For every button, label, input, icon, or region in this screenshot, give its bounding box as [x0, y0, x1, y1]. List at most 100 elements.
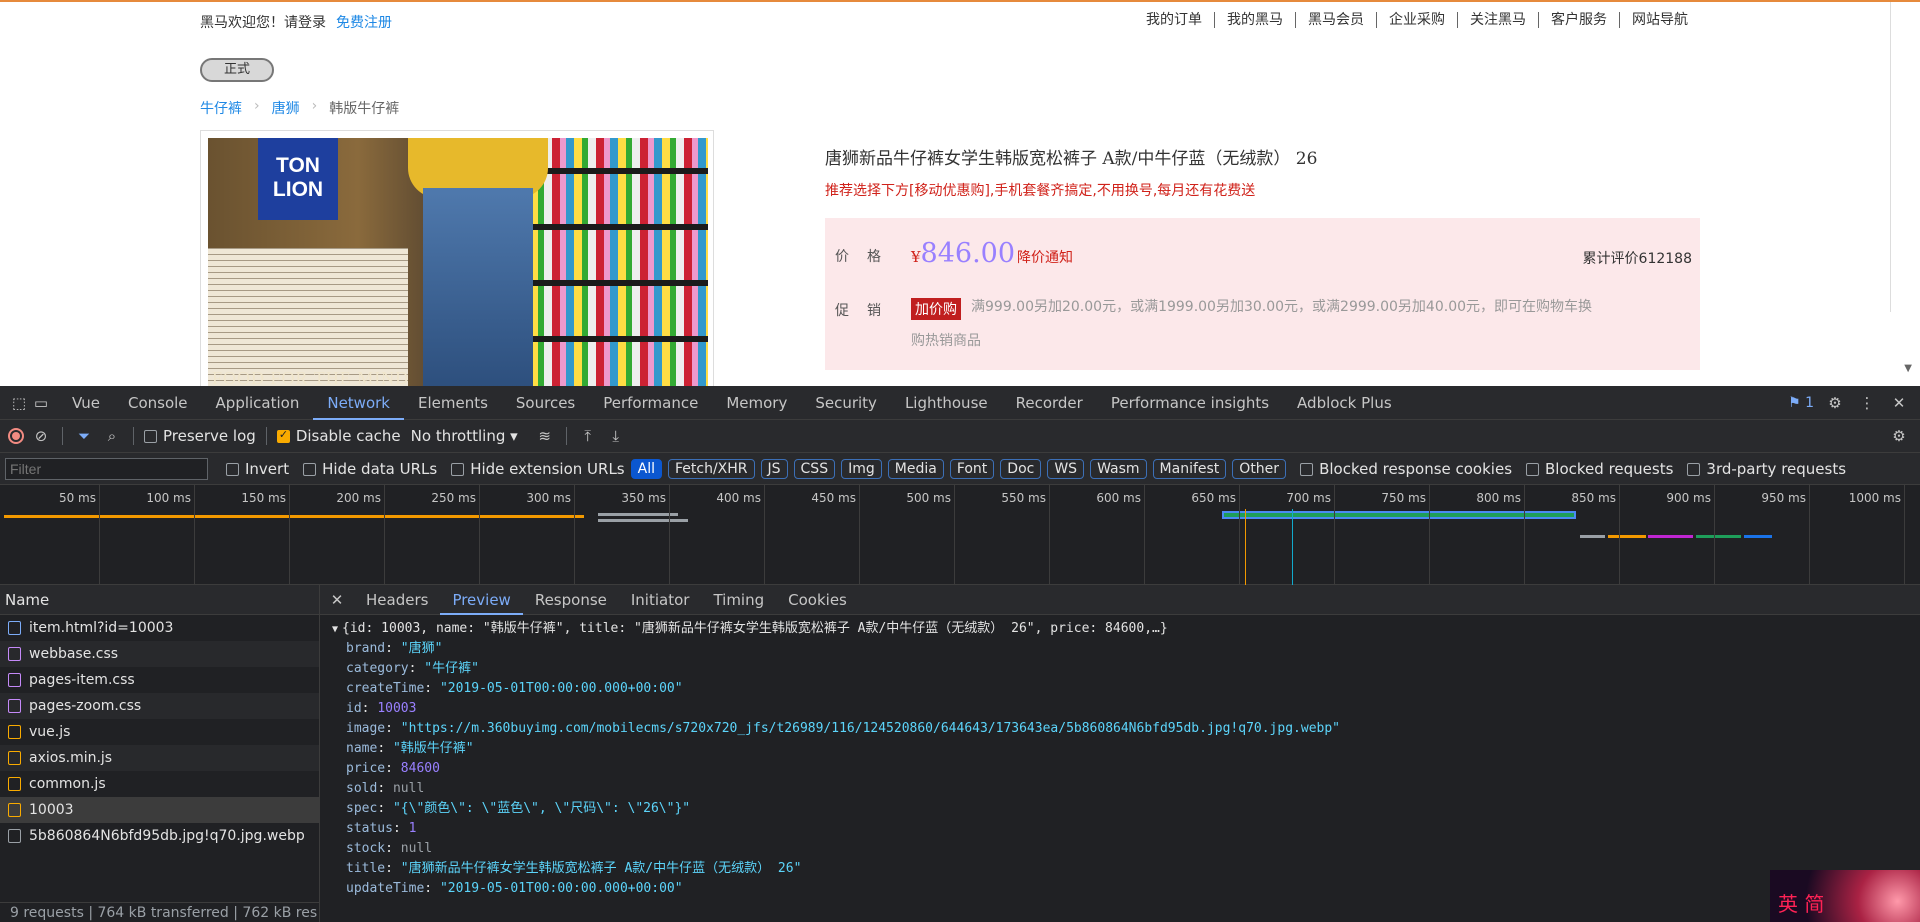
preview-summary[interactable]: ▼ {id: 10003, name: "韩版牛仔裤", title: "唐狮新品… — [332, 619, 1920, 639]
hide-data-urls-checkbox[interactable]: Hide data URLs — [303, 460, 437, 478]
type-filter-js[interactable]: JS — [760, 458, 788, 479]
hide-extension-urls-checkbox[interactable]: Hide extension URLs — [451, 460, 625, 478]
blocked-cookies-checkbox[interactable]: Blocked response cookies — [1300, 460, 1512, 478]
price-notice-link[interactable]: 降价通知 — [1017, 250, 1073, 266]
expand-triangle-icon[interactable]: ▼ — [332, 624, 338, 635]
tab-recorder[interactable]: Recorder — [1002, 386, 1097, 420]
env-button[interactable]: 正式 — [200, 58, 274, 82]
detail-tab-headers[interactable]: Headers — [354, 585, 440, 615]
preview-field[interactable]: name: "韩版牛仔裤" — [346, 739, 1920, 759]
type-filter-ws[interactable]: WS — [1047, 458, 1085, 479]
close-icon[interactable]: ✕ — [1888, 392, 1910, 414]
network-conditions-icon[interactable]: ≋ — [534, 425, 556, 447]
top-nav-link[interactable]: 企业采购 — [1376, 12, 1457, 28]
issues-badge[interactable]: ⚑ 1 — [1788, 395, 1814, 411]
preview-field[interactable]: sold: null — [346, 779, 1920, 799]
preview-field[interactable]: createTime: "2019-05-01T00:00:00.000+00:… — [346, 679, 1920, 699]
type-filter-doc[interactable]: Doc — [1000, 458, 1042, 479]
preview-field[interactable]: spec: "{\"颜色\": \"蓝色\", \"尺码\": \"26\"}" — [346, 799, 1920, 819]
name-column-header[interactable]: Name — [0, 585, 319, 615]
tab-performance-insights[interactable]: Performance insights — [1097, 386, 1283, 420]
tab-application[interactable]: Application — [202, 386, 314, 420]
filter-input[interactable] — [5, 457, 208, 480]
close-detail-icon[interactable]: ✕ — [326, 589, 348, 611]
breadcrumb-brand[interactable]: 唐狮 — [272, 98, 300, 118]
register-link[interactable]: 免费注册 — [336, 15, 392, 31]
type-filter-img[interactable]: Img — [841, 458, 882, 479]
scroll-down-icon[interactable]: ▼ — [1904, 363, 1912, 374]
request-row[interactable]: item.html?id=10003 — [0, 615, 319, 641]
page-scrollbar[interactable]: ▼ — [1890, 2, 1920, 374]
tab-memory[interactable]: Memory — [712, 386, 801, 420]
tab-elements[interactable]: Elements — [404, 386, 502, 420]
ime-widget[interactable]: 英 简 — [1770, 870, 1920, 922]
disable-cache-checkbox[interactable]: Disable cache — [276, 427, 401, 445]
throttling-select[interactable]: No throttling ▾ — [411, 427, 518, 445]
preview-field[interactable]: stock: null — [346, 839, 1920, 859]
top-nav-link[interactable]: 网站导航 — [1619, 12, 1700, 28]
record-icon[interactable] — [8, 428, 24, 444]
type-filter-css[interactable]: CSS — [793, 458, 836, 479]
request-row[interactable]: axios.min.js — [0, 745, 319, 771]
preview-field[interactable]: updateTime: "2019-05-01T00:00:00.000+00:… — [346, 879, 1920, 899]
top-nav-link[interactable]: 客户服务 — [1538, 12, 1619, 28]
tab-vue[interactable]: Vue — [58, 386, 114, 420]
request-row[interactable]: common.js — [0, 771, 319, 797]
top-nav-link[interactable]: 黑马会员 — [1295, 12, 1376, 28]
settings-icon[interactable]: ⚙ — [1824, 392, 1846, 414]
clear-icon[interactable]: ⊘ — [30, 425, 52, 447]
type-filter-all[interactable]: All — [630, 458, 662, 479]
invert-checkbox[interactable]: Invert — [226, 460, 289, 478]
top-nav-link[interactable]: 我的黑马 — [1214, 12, 1295, 28]
detail-tab-preview[interactable]: Preview — [440, 585, 523, 615]
top-nav-link[interactable]: 我的订单 — [1134, 12, 1214, 28]
third-party-checkbox[interactable]: 3rd-party requests — [1687, 460, 1846, 478]
request-row[interactable]: 10003 — [0, 797, 319, 823]
detail-tab-initiator[interactable]: Initiator — [619, 585, 702, 615]
tab-lighthouse[interactable]: Lighthouse — [891, 386, 1002, 420]
device-toolbar-icon[interactable]: ▭ — [30, 392, 52, 414]
type-filter-manifest[interactable]: Manifest — [1152, 458, 1227, 479]
preview-field[interactable]: price: 84600 — [346, 759, 1920, 779]
welcome-text[interactable]: 黑马欢迎您！请登录 — [200, 15, 326, 31]
request-row[interactable]: 5b860864N6bfd95db.jpg!q70.jpg.webp — [0, 823, 319, 849]
request-row[interactable]: vue.js — [0, 719, 319, 745]
search-icon[interactable]: ⌕ — [101, 425, 123, 447]
tab-console[interactable]: Console — [114, 386, 202, 420]
review-count[interactable]: 累计评价612188 — [1583, 248, 1692, 268]
breadcrumb-category[interactable]: 牛仔裤 — [200, 98, 242, 118]
type-filter-fetchxhr[interactable]: Fetch/XHR — [667, 458, 755, 479]
tab-security[interactable]: Security — [801, 386, 891, 420]
request-row[interactable]: pages-item.css — [0, 667, 319, 693]
network-settings-icon[interactable]: ⚙ — [1888, 425, 1910, 447]
type-filter-media[interactable]: Media — [887, 458, 944, 479]
preview-field[interactable]: status: 1 — [346, 819, 1920, 839]
detail-tab-cookies[interactable]: Cookies — [776, 585, 859, 615]
type-filter-wasm[interactable]: Wasm — [1090, 458, 1147, 479]
detail-tab-response[interactable]: Response — [523, 585, 619, 615]
import-har-icon[interactable]: ⤒ — [577, 425, 599, 447]
request-row[interactable]: pages-zoom.css — [0, 693, 319, 719]
preview-field[interactable]: brand: "唐狮" — [346, 639, 1920, 659]
type-filter-other[interactable]: Other — [1232, 458, 1287, 479]
tab-network[interactable]: Network — [313, 386, 404, 420]
preserve-log-checkbox[interactable]: Preserve log — [144, 427, 256, 445]
type-filter-font[interactable]: Font — [949, 458, 995, 479]
inspect-icon[interactable]: ⬚ — [8, 392, 30, 414]
tab-sources[interactable]: Sources — [502, 386, 589, 420]
product-image[interactable]: TON LION FOOD FOR THE MIND — [208, 138, 708, 386]
export-har-icon[interactable]: ⤓ — [605, 425, 627, 447]
request-row[interactable]: webbase.css — [0, 641, 319, 667]
top-nav-link[interactable]: 关注黑马 — [1457, 12, 1538, 28]
more-options-icon[interactable]: ⋮ — [1856, 392, 1878, 414]
preview-field[interactable]: image: "https://m.360buyimg.com/mobilecm… — [346, 719, 1920, 739]
blocked-requests-checkbox[interactable]: Blocked requests — [1526, 460, 1673, 478]
filter-icon[interactable]: ⏷ — [73, 425, 95, 447]
detail-tab-timing[interactable]: Timing — [701, 585, 776, 615]
tab-adblock-plus[interactable]: Adblock Plus — [1283, 386, 1406, 420]
tab-performance[interactable]: Performance — [589, 386, 712, 420]
preview-field[interactable]: category: "牛仔裤" — [346, 659, 1920, 679]
network-overview[interactable]: 50 ms 100 ms 150 ms 200 ms 250 ms 300 ms 350 m… — [0, 485, 1920, 585]
preview-field[interactable]: title: "唐狮新品牛仔裤女学生韩版宽松裤子 A款/中牛仔蓝（无绒款） 26… — [346, 859, 1920, 879]
preview-field[interactable]: id: 10003 — [346, 699, 1920, 719]
